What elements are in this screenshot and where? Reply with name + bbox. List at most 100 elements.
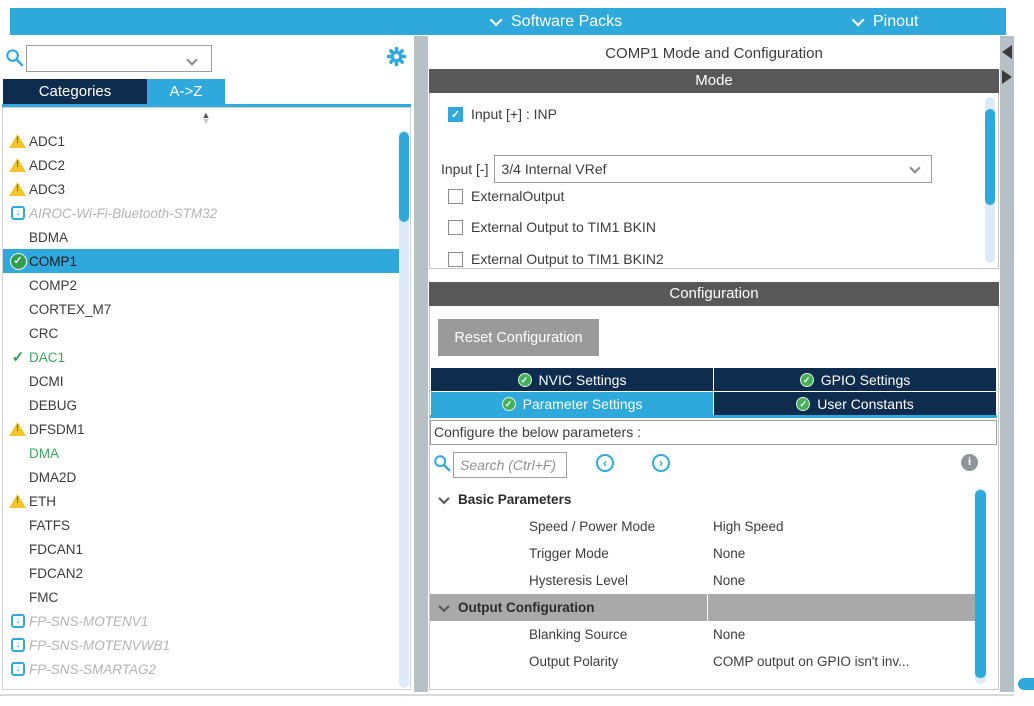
- chevron-down-icon[interactable]: [438, 492, 449, 503]
- sidebar-tab-a-z[interactable]: A->Z: [147, 79, 225, 104]
- ext-output-tim1-bkin2-row[interactable]: External Output to TIM1 BKIN2: [448, 251, 664, 267]
- sidebar-item-dfsdm1[interactable]: !DFSDM1: [3, 417, 401, 441]
- param-group-basic-parameters[interactable]: Basic Parameters: [430, 486, 979, 513]
- config-tab-gpio-settings[interactable]: ✓GPIO Settings: [714, 368, 996, 391]
- sidebar-item-comp2[interactable]: COMP2: [3, 273, 401, 297]
- param-row-speed-power-mode[interactable]: Speed / Power ModeHigh Speed: [430, 513, 979, 540]
- input-plus-checkbox[interactable]: ✓: [448, 107, 463, 122]
- sidebar-item-label: CORTEX_M7: [29, 302, 111, 317]
- chevron-down-icon[interactable]: [438, 600, 449, 611]
- sidebar-item-dma2d[interactable]: DMA2D: [3, 465, 401, 489]
- sidebar-item-fatfs[interactable]: FATFS: [3, 513, 401, 537]
- config-tab-parameter-settings[interactable]: ✓Parameter Settings: [431, 392, 713, 415]
- param-value[interactable]: COMP output on GPIO isn't inv...: [713, 654, 963, 669]
- sidebar-item-airoc-wi-fi-bluetooth-stm32[interactable]: ↓AIROC-Wi-Fi-Bluetooth-STM32: [3, 201, 401, 225]
- pinout-menu[interactable]: Pinout: [855, 8, 918, 35]
- sidebar-item-label: FATFS: [29, 518, 70, 533]
- parameters-scrollbar[interactable]: [975, 488, 986, 684]
- param-key: Speed / Power Mode: [529, 519, 713, 534]
- sort-desc-icon: ▼: [200, 118, 212, 124]
- no-icon: [7, 324, 29, 342]
- sidebar-item-label: ADC3: [29, 182, 65, 197]
- input-plus-label: Input [+] : INP: [471, 106, 557, 122]
- sidebar-item-cortex-m7[interactable]: CORTEX_M7: [3, 297, 401, 321]
- sidebar-item-label: CRC: [29, 326, 58, 341]
- sidebar-tab-categories[interactable]: Categories: [3, 79, 147, 104]
- mode-configuration-panel: COMP1 Mode and Configuration Mode ✓ Inpu…: [429, 36, 999, 692]
- parameter-search-input[interactable]: [453, 452, 567, 478]
- input-plus-row[interactable]: ✓ Input [+] : INP: [448, 106, 557, 122]
- sidebar-item-label: FDCAN2: [29, 566, 83, 581]
- no-icon: [7, 468, 29, 486]
- param-key: Output Polarity: [529, 654, 713, 669]
- sidebar-item-label: DAC1: [29, 350, 65, 365]
- sidebar-item-adc2[interactable]: !ADC2: [3, 153, 401, 177]
- no-icon: [7, 444, 29, 462]
- parameter-tree: Basic ParametersSpeed / Power ModeHigh S…: [430, 486, 979, 675]
- warning-icon: !: [7, 132, 29, 150]
- external-output-row[interactable]: ExternalOutput: [448, 188, 564, 204]
- ext-output-tim1-bkin2-checkbox[interactable]: [448, 252, 463, 267]
- param-group-output-configuration[interactable]: Output Configuration: [430, 594, 979, 621]
- sidebar-item-label: DMA2D: [29, 470, 76, 485]
- sidebar-item-fp-sns-motenv1[interactable]: ↓FP-SNS-MOTENV1: [3, 609, 401, 633]
- no-icon: [7, 276, 29, 294]
- horizontal-scrollbar-thumb[interactable]: [1018, 678, 1034, 690]
- sidebar-item-dcmi[interactable]: DCMI: [3, 369, 401, 393]
- param-value[interactable]: None: [713, 627, 963, 642]
- list-scrollbar-thumb[interactable]: [399, 132, 409, 222]
- mode-scrollbar[interactable]: [985, 97, 995, 263]
- ext-output-tim1-bkin-row[interactable]: External Output to TIM1 BKIN: [448, 219, 656, 235]
- sidebar-item-label: FP-SNS-SMARTAG2: [29, 662, 156, 677]
- config-tab-user-constants[interactable]: ✓User Constants: [714, 392, 996, 415]
- param-value[interactable]: None: [713, 546, 963, 561]
- sidebar-item-comp1[interactable]: ✓COMP1: [3, 249, 401, 273]
- sidebar-item-label: FMC: [29, 590, 58, 605]
- expand-right-icon[interactable]: [1002, 70, 1012, 84]
- search-next-button[interactable]: ›: [652, 454, 670, 472]
- sidebar-item-debug[interactable]: DEBUG: [3, 393, 401, 417]
- input-minus-select[interactable]: 3/4 Internal VRef: [494, 155, 932, 183]
- sidebar-item-fp-sns-smartag2[interactable]: ↓FP-SNS-SMARTAG2: [3, 657, 401, 681]
- no-icon: [7, 300, 29, 318]
- sidebar-item-fp-sns-motenvwb1[interactable]: ↓FP-SNS-MOTENVWB1: [3, 633, 401, 657]
- param-row-hysteresis-level[interactable]: Hysteresis LevelNone: [430, 567, 979, 594]
- check-badge-icon: ✓: [800, 373, 814, 387]
- info-icon[interactable]: i: [961, 454, 978, 471]
- peripheral-search-input[interactable]: [26, 45, 212, 72]
- sidebar-item-label: DCMI: [29, 374, 64, 389]
- sidebar-item-fdcan2[interactable]: FDCAN2: [3, 561, 401, 585]
- sidebar-item-adc3[interactable]: !ADC3: [3, 177, 401, 201]
- mode-scrollbar-thumb[interactable]: [985, 109, 995, 205]
- param-key: Hysteresis Level: [529, 573, 713, 588]
- parameters-scrollbar-thumb[interactable]: [975, 490, 986, 678]
- search-previous-button[interactable]: ‹: [596, 454, 614, 472]
- param-value[interactable]: None: [713, 573, 963, 588]
- sort-toggle[interactable]: ▲ ▼: [200, 112, 212, 124]
- ext-output-tim1-bkin-checkbox[interactable]: [448, 220, 463, 235]
- sidebar-item-fdcan1[interactable]: FDCAN1: [3, 537, 401, 561]
- sidebar-item-label: FP-SNS-MOTENVWB1: [29, 638, 170, 653]
- reset-configuration-button[interactable]: Reset Configuration: [438, 319, 599, 356]
- pinout-label: Pinout: [873, 13, 918, 31]
- software-packs-menu[interactable]: Software Packs: [493, 8, 622, 35]
- sidebar-item-bdma[interactable]: BDMA: [3, 225, 401, 249]
- param-value[interactable]: High Speed: [713, 519, 963, 534]
- sidebar-item-eth[interactable]: !ETH: [3, 489, 401, 513]
- external-output-checkbox[interactable]: [448, 189, 463, 204]
- sidebar-item-label: BDMA: [29, 230, 68, 245]
- check-badge-icon: ✓: [796, 397, 810, 411]
- param-row-blanking-source[interactable]: Blanking SourceNone: [430, 621, 979, 648]
- param-row-trigger-mode[interactable]: Trigger ModeNone: [430, 540, 979, 567]
- gear-icon[interactable]: [386, 46, 407, 67]
- list-scrollbar[interactable]: [399, 130, 409, 688]
- collapse-left-icon[interactable]: [1002, 45, 1012, 59]
- sidebar-item-fmc[interactable]: FMC: [3, 585, 401, 609]
- sidebar-item-dac1[interactable]: ✓DAC1: [3, 345, 401, 369]
- param-row-output-polarity[interactable]: Output PolarityCOMP output on GPIO isn't…: [430, 648, 979, 675]
- panel-divider[interactable]: [414, 36, 428, 692]
- config-tab-nvic-settings[interactable]: ✓NVIC Settings: [431, 368, 713, 391]
- sidebar-item-adc1[interactable]: !ADC1: [3, 129, 401, 153]
- sidebar-item-dma[interactable]: DMA: [3, 441, 401, 465]
- sidebar-item-crc[interactable]: CRC: [3, 321, 401, 345]
